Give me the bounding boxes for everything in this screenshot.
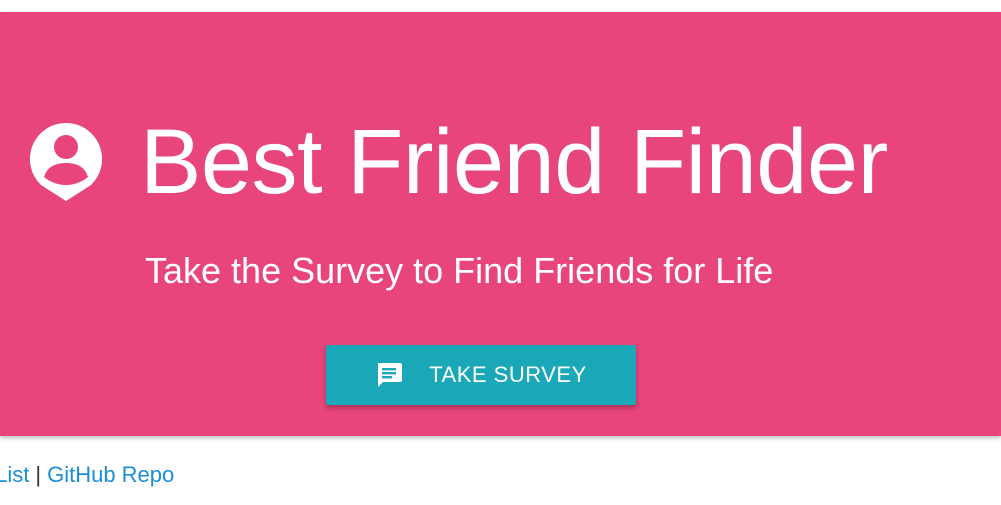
person-pin-icon (29, 122, 103, 201)
title-row: Best Friend Finder (28, 102, 888, 222)
github-repo-link[interactable]: GitHub Repo (47, 462, 174, 487)
page-title: Best Friend Finder (140, 111, 888, 213)
take-survey-button[interactable]: TAKE SURVEY (326, 345, 636, 405)
link-separator: | (35, 462, 42, 487)
footer-links: s List|GitHub Repo (0, 462, 174, 488)
take-survey-label: TAKE SURVEY (429, 362, 587, 387)
hero-subtitle: Take the Survey to Find Friends for Life (145, 250, 774, 291)
hero-banner: Best Friend Finder Take the Survey to Fi… (0, 12, 1001, 436)
chat-icon (378, 363, 403, 387)
friends-list-link[interactable]: s List (0, 462, 29, 487)
